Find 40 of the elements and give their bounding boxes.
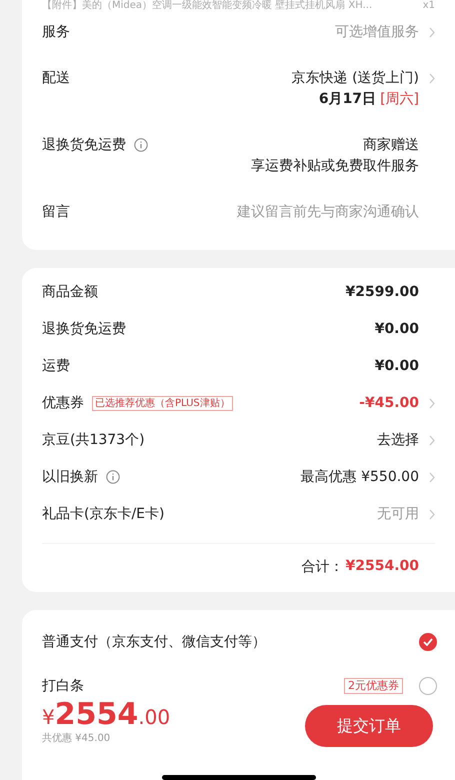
row-value: 6月17日 xyxy=(318,90,376,109)
row-label: 以旧换新 xyxy=(42,468,98,487)
row-label: 运费 xyxy=(42,357,70,376)
currency-sign: ¥ xyxy=(42,704,55,731)
row-value: 可选增值服务 xyxy=(335,23,419,42)
submit-button[interactable]: 提交订单 xyxy=(305,705,433,747)
row-value: 享运费补贴或免费取件服务 xyxy=(251,157,419,176)
total-price: 2554 xyxy=(54,697,138,732)
total-amount: ¥2554.00 xyxy=(345,558,419,576)
row-value: 去选择 xyxy=(377,431,419,450)
row-label: 留言 xyxy=(42,203,70,222)
row-label: 配送 xyxy=(42,69,70,88)
radio-button[interactable] xyxy=(419,677,437,695)
row-label: 服务 xyxy=(42,23,70,42)
row-label: 优惠券 xyxy=(42,394,84,413)
row-value: 建议留言前先与商家沟通确认 xyxy=(237,203,419,222)
row-label: 退换货免运费 xyxy=(42,136,126,155)
row-value: ¥0.00 xyxy=(374,320,419,339)
radio-button[interactable] xyxy=(419,633,437,651)
row-label: 退换货免运费 xyxy=(42,320,126,339)
row-label: 商品金额 xyxy=(42,283,98,302)
row-label: 京豆(共1373个) xyxy=(42,431,145,450)
row-value: 商家赠送 xyxy=(363,136,419,155)
quantity-text: x1 xyxy=(422,0,435,12)
coupon-tag: 2元优惠券 xyxy=(344,678,403,694)
payment-option[interactable]: 普通支付（京东支付、微信支付等） xyxy=(42,632,266,652)
row-value: ¥2599.00 xyxy=(345,283,419,302)
checkmark-icon xyxy=(423,638,433,646)
price-decimals: .00 xyxy=(138,704,170,731)
row-value: 无可用 xyxy=(377,505,419,524)
coupon-tag: 已选推荐优惠（含PLUS津贴） xyxy=(92,396,233,410)
row-value: 京东快递 (送货上门) xyxy=(292,69,419,88)
row-value: 最高优惠 ¥550.00 xyxy=(300,468,419,487)
total-label: 合计： xyxy=(301,558,344,576)
discount-text: 共优惠 ¥45.00 xyxy=(42,732,112,745)
row-value: -¥45.00 xyxy=(359,394,419,413)
row-value: ¥0.00 xyxy=(374,357,419,376)
payment-option[interactable]: 打白条 xyxy=(42,676,84,696)
row-label: 礼品卡(京东卡/E卡) xyxy=(42,505,164,524)
row-value: [周六] xyxy=(380,90,419,109)
